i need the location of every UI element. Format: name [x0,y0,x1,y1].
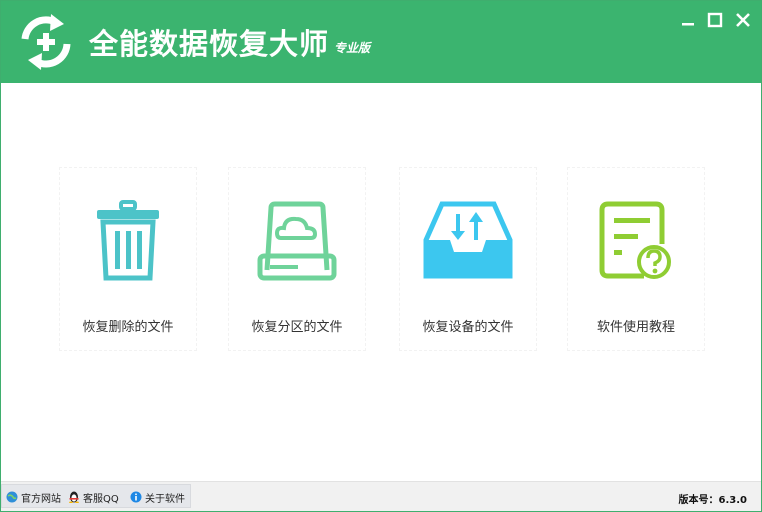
status-bar: 官方网站 客服QQ 关于软件 版本号：6.3.0 [1,481,761,511]
about-software-link[interactable]: 关于软件 [130,489,185,505]
feature-label: 软件使用教程 [596,320,675,335]
link-label: 客服QQ [83,493,119,505]
app-window: 全能数据恢复大师 专业版 恢复删除的文件 恢复分区的文件 恢复设备的文件 软件使… [0,0,762,512]
official-site-link[interactable]: 官方网站 [6,489,61,505]
link-label: 关于软件 [145,493,185,505]
minimize-icon [682,23,694,26]
main-panel: 恢复删除的文件 恢复分区的文件 恢复设备的文件 软件使用教程 [1,83,761,481]
maximize-icon [707,12,723,28]
version-label: 版本号：6.3.0 [678,495,747,506]
trash-bin-icon [93,200,163,286]
recover-partition-files-card[interactable]: 恢复分区的文件 [228,167,366,351]
cloud-drive-icon [257,200,337,286]
info-icon [130,491,142,503]
qq-penguin-icon [68,491,80,504]
close-icon [736,13,750,27]
recover-deleted-files-card[interactable]: 恢复删除的文件 [59,167,197,351]
help-document-icon [598,200,674,286]
software-tutorial-card[interactable]: 软件使用教程 [567,167,705,351]
globe-icon [6,491,18,503]
minimize-button[interactable] [678,10,698,30]
app-title: 全能数据恢复大师 [89,27,330,61]
customer-service-qq-link[interactable]: 客服QQ [68,489,119,505]
title-bar[interactable]: 全能数据恢复大师 专业版 [1,1,761,83]
recover-device-files-card[interactable]: 恢复设备的文件 [399,167,537,351]
quick-links: 官方网站 客服QQ 关于软件 [1,484,191,508]
feature-label: 恢复删除的文件 [82,320,174,335]
feature-label: 恢复分区的文件 [251,320,343,335]
recycle-plus-logo-icon [15,11,77,73]
feature-label: 恢复设备的文件 [422,320,514,335]
close-button[interactable] [733,10,753,30]
device-tray-icon [422,200,514,286]
maximize-button[interactable] [705,10,725,30]
edition-badge: 专业版 [334,41,371,55]
link-label: 官方网站 [21,493,61,505]
